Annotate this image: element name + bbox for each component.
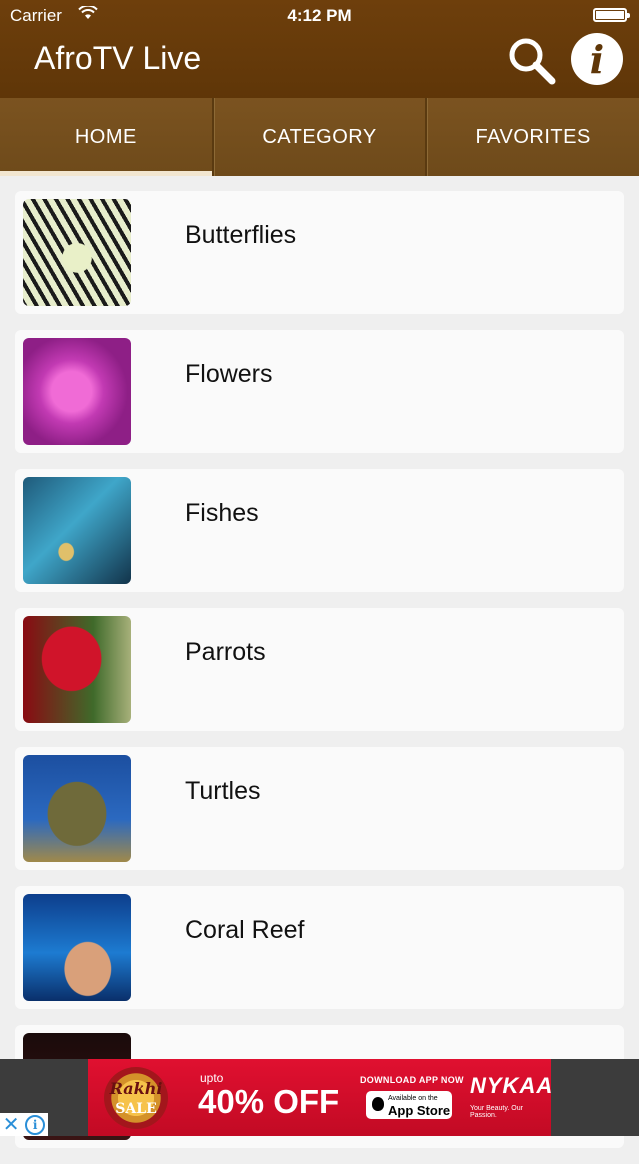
- list-item-coral-reef[interactable]: Coral Reef: [15, 886, 624, 1009]
- ad-offer-text: 40% OFF: [198, 1083, 340, 1120]
- ad-badge-line2: SALE: [115, 1101, 157, 1117]
- coral-reef-thumbnail: [23, 894, 131, 1001]
- battery-icon: [593, 8, 630, 22]
- list-item-label: Fishes: [185, 499, 259, 527]
- tab-home[interactable]: HOME: [0, 98, 212, 176]
- ad-info-icon[interactable]: i: [25, 1114, 46, 1135]
- ad-brand-tagline: Your Beauty. Our Passion.: [470, 1105, 523, 1119]
- list-item-label: Parrots: [185, 638, 266, 666]
- list-item-label: Butterflies: [185, 221, 297, 249]
- list-item-label: Turtles: [185, 777, 261, 805]
- app-title: AfroTV Live: [34, 40, 202, 76]
- list-item-label: Coral Reef: [185, 916, 305, 944]
- turtles-thumbnail: [23, 755, 131, 862]
- category-list: Butterflies Flowers Fishes Parrots Turtl…: [15, 191, 624, 1164]
- app-header: Carrier 4:12 PM AfroTV Live i: [0, 0, 639, 98]
- list-item-parrots[interactable]: Parrots: [15, 608, 624, 731]
- status-bar: Carrier 4:12 PM: [0, 0, 639, 32]
- tab-favorites[interactable]: FAVORITES: [425, 98, 639, 176]
- ad-download-text: DOWNLOAD APP NOW: [360, 1075, 464, 1085]
- ad-rakhi-badge: Rakhi SALE: [104, 1067, 168, 1129]
- app-store-badge[interactable]: Available on the App Store: [366, 1091, 452, 1119]
- list-item-label: Flowers: [185, 360, 273, 388]
- list-item-flowers[interactable]: Flowers: [15, 330, 624, 453]
- info-icon[interactable]: i: [571, 33, 623, 85]
- search-icon[interactable]: [506, 36, 556, 86]
- fishes-thumbnail: [23, 477, 131, 584]
- apple-icon: [372, 1097, 384, 1111]
- tab-category[interactable]: CATEGORY: [211, 98, 426, 176]
- ad-brand-logo: NYKAA: [470, 1073, 554, 1098]
- butterflies-thumbnail: [23, 199, 131, 306]
- status-time: 4:12 PM: [287, 6, 352, 25]
- parrots-thumbnail: [23, 616, 131, 723]
- ad-choices: ✕ i: [0, 1113, 48, 1136]
- app-store-big-text: App Store: [388, 1103, 451, 1118]
- close-icon[interactable]: ✕: [3, 1115, 20, 1135]
- ad-banner[interactable]: Rakhi SALE upto 40% OFF DOWNLOAD APP NOW…: [0, 1059, 639, 1136]
- ad-badge-line1: Rakhi: [109, 1079, 163, 1098]
- list-item-turtles[interactable]: Turtles: [15, 747, 624, 870]
- ad-creative[interactable]: Rakhi SALE upto 40% OFF DOWNLOAD APP NOW…: [88, 1059, 554, 1136]
- flowers-thumbnail: [23, 338, 131, 445]
- tab-bar: HOME CATEGORY FAVORITES: [0, 98, 639, 176]
- list-item-butterflies[interactable]: Butterflies: [15, 191, 624, 314]
- list-item-fishes[interactable]: Fishes: [15, 469, 624, 592]
- app-store-small-text: Available on the: [388, 1095, 438, 1102]
